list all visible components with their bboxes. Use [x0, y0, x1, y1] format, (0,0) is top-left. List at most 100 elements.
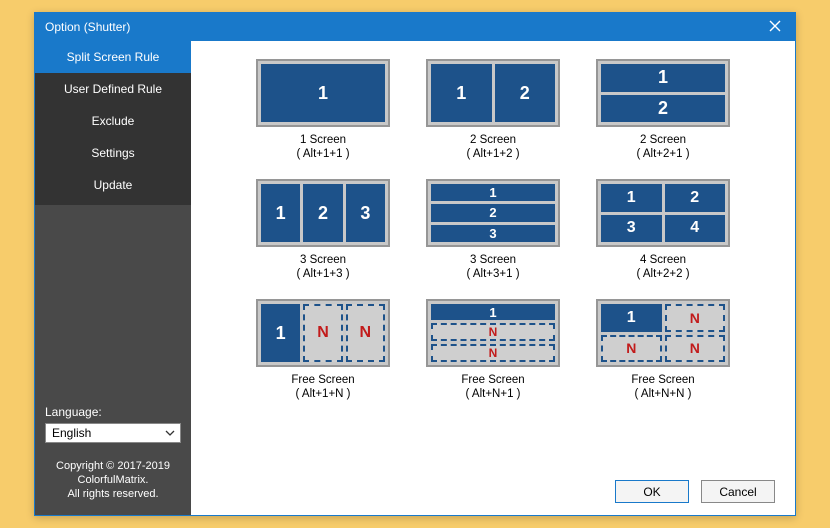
rule-shortcut: ( Alt+2+2 ) — [636, 267, 689, 281]
rule-title: 4 Screen — [636, 253, 689, 267]
rule-diagram: 1 2 — [426, 59, 560, 127]
pane: 1 — [431, 184, 555, 201]
rule-item-3screen-h[interactable]: 1 2 3 3 Screen ( Alt+1+3 ) — [247, 179, 399, 281]
pane-free: N — [665, 304, 726, 332]
copyright: Copyright © 2017-2019 ColorfulMatrix. Al… — [45, 459, 181, 501]
sidebar-item-exclude[interactable]: Exclude — [35, 105, 191, 137]
titlebar: Option (Shutter) — [35, 13, 795, 41]
window-title: Option (Shutter) — [45, 20, 755, 34]
rule-title: Free Screen — [291, 373, 354, 387]
rule-diagram: 1 2 3 4 — [596, 179, 730, 247]
sidebar-item-label: User Defined Rule — [64, 82, 162, 96]
pane: 1 — [601, 64, 725, 92]
pane: 2 — [665, 184, 726, 212]
rule-caption: 3 Screen ( Alt+1+3 ) — [296, 253, 349, 281]
rule-title: 2 Screen — [636, 133, 689, 147]
pane-free: N — [601, 335, 662, 363]
rule-caption: 1 Screen ( Alt+1+1 ) — [296, 133, 349, 161]
rule-shortcut: ( Alt+3+1 ) — [466, 267, 519, 281]
rule-shortcut: ( Alt+N+1 ) — [461, 387, 524, 401]
sidebar-item-label: Update — [94, 178, 133, 192]
pane: 2 — [303, 184, 342, 242]
rule-title: Free Screen — [631, 373, 694, 387]
sidebar-nav: Split Screen Rule User Defined Rule Excl… — [35, 41, 191, 205]
rule-shortcut: ( Alt+1+N ) — [291, 387, 354, 401]
rule-item-2screen-h[interactable]: 1 2 2 Screen ( Alt+1+2 ) — [417, 59, 569, 161]
language-select[interactable]: English — [45, 423, 181, 443]
rule-caption: Free Screen ( Alt+1+N ) — [291, 373, 354, 401]
sidebar-item-label: Exclude — [92, 114, 135, 128]
pane: 1 — [261, 304, 300, 362]
pane: 1 — [601, 184, 662, 212]
pane: 1 — [261, 64, 385, 122]
rule-title: 3 Screen — [466, 253, 519, 267]
rule-shortcut: ( Alt+1+2 ) — [466, 147, 519, 161]
pane: 2 — [601, 95, 725, 123]
option-window: Option (Shutter) Split Screen Rule User … — [34, 12, 796, 516]
rule-item-1screen[interactable]: 1 1 Screen ( Alt+1+1 ) — [247, 59, 399, 161]
rule-diagram: 1 — [256, 59, 390, 127]
pane-free: N — [346, 304, 385, 362]
pane: 3 — [601, 215, 662, 243]
rule-item-free-1n[interactable]: 1 N N Free Screen ( Alt+1+N ) — [247, 299, 399, 401]
close-button[interactable] — [755, 13, 795, 41]
sidebar-spacer — [35, 205, 191, 395]
rule-diagram: 1 N N — [256, 299, 390, 367]
pane: 1 — [431, 64, 492, 122]
rule-shortcut: ( Alt+2+1 ) — [636, 147, 689, 161]
rule-title: 3 Screen — [296, 253, 349, 267]
sidebar-item-settings[interactable]: Settings — [35, 137, 191, 169]
rule-item-2screen-v[interactable]: 1 2 2 Screen ( Alt+2+1 ) — [587, 59, 739, 161]
cancel-button[interactable]: Cancel — [701, 480, 775, 503]
rule-caption: 2 Screen ( Alt+1+2 ) — [466, 133, 519, 161]
rule-grid: 1 1 Screen ( Alt+1+1 ) 1 2 2 Screen — [213, 59, 773, 401]
rule-item-free-n1[interactable]: 1 N N Free Screen ( Alt+N+1 ) — [417, 299, 569, 401]
close-icon — [769, 19, 781, 35]
pane: 1 — [601, 304, 662, 332]
pane: 4 — [665, 215, 726, 243]
pane-free: N — [431, 344, 555, 362]
rule-title: Free Screen — [461, 373, 524, 387]
rule-caption: 4 Screen ( Alt+2+2 ) — [636, 253, 689, 281]
sidebar-bottom: Language: English Copyright © 2017-2019 … — [35, 395, 191, 515]
rule-title: 1 Screen — [296, 133, 349, 147]
pane: 2 — [431, 204, 555, 221]
pane-free: N — [303, 304, 342, 362]
rule-diagram: 1 2 3 — [426, 179, 560, 247]
sidebar: Split Screen Rule User Defined Rule Excl… — [35, 41, 191, 515]
main-panel: 1 1 Screen ( Alt+1+1 ) 1 2 2 Screen — [191, 41, 795, 515]
rule-caption: Free Screen ( Alt+N+1 ) — [461, 373, 524, 401]
rule-caption: 3 Screen ( Alt+3+1 ) — [466, 253, 519, 281]
rule-item-free-nn[interactable]: 1 N N N Free Screen ( Alt+N+N ) — [587, 299, 739, 401]
rule-shortcut: ( Alt+1+1 ) — [296, 147, 349, 161]
rule-diagram: 1 N N N — [596, 299, 730, 367]
copyright-line: Copyright © 2017-2019 — [45, 459, 181, 473]
rule-diagram: 1 N N — [426, 299, 560, 367]
sidebar-item-user-rule[interactable]: User Defined Rule — [35, 73, 191, 105]
rule-diagram: 1 2 3 — [256, 179, 390, 247]
rule-diagram: 1 2 — [596, 59, 730, 127]
window-body: Split Screen Rule User Defined Rule Excl… — [35, 41, 795, 515]
pane-free: N — [665, 335, 726, 363]
pane: 1 — [431, 304, 555, 320]
rule-title: 2 Screen — [466, 133, 519, 147]
rule-caption: Free Screen ( Alt+N+N ) — [631, 373, 694, 401]
dialog-buttons: OK Cancel — [615, 480, 775, 503]
rule-shortcut: ( Alt+1+3 ) — [296, 267, 349, 281]
language-label: Language: — [45, 405, 181, 419]
pane: 1 — [261, 184, 300, 242]
sidebar-item-update[interactable]: Update — [35, 169, 191, 201]
sidebar-item-split-rule[interactable]: Split Screen Rule — [35, 41, 191, 73]
pane: 2 — [495, 64, 556, 122]
rule-shortcut: ( Alt+N+N ) — [631, 387, 694, 401]
rule-item-4screen[interactable]: 1 2 3 4 4 Screen ( Alt+2+2 ) — [587, 179, 739, 281]
pane: 3 — [431, 225, 555, 242]
chevron-down-icon — [164, 427, 176, 439]
rule-item-3screen-v[interactable]: 1 2 3 3 Screen ( Alt+3+1 ) — [417, 179, 569, 281]
sidebar-item-label: Split Screen Rule — [67, 50, 160, 64]
sidebar-item-label: Settings — [91, 146, 134, 160]
pane-free: N — [431, 323, 555, 341]
rule-caption: 2 Screen ( Alt+2+1 ) — [636, 133, 689, 161]
ok-button[interactable]: OK — [615, 480, 689, 503]
copyright-line: All rights reserved. — [45, 487, 181, 501]
